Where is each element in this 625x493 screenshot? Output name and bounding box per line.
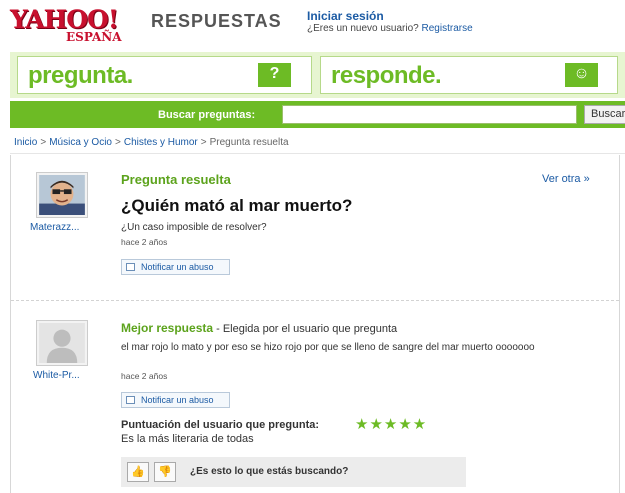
chosen-by-label: - Elegida por el usuario que pregunta [213, 323, 398, 335]
thumbs-up-icon[interactable]: 👍 [127, 462, 149, 482]
report-abuse-answer-button[interactable]: Notificar un abuso [121, 392, 230, 408]
breadcrumb-music[interactable]: Música y Ocio [49, 137, 112, 148]
yahoo-logo[interactable]: YAHOO! ESPAÑA [10, 7, 142, 45]
asker-username[interactable]: Materazz... [30, 222, 79, 233]
answer-label: responde. [331, 62, 442, 89]
report-label: Notificar un abuso [141, 395, 214, 405]
sign-in-link[interactable]: Iniciar sesión [307, 9, 384, 23]
report-abuse-button[interactable]: Notificar un abuso [121, 259, 230, 275]
rating-stars-icon: ★★★★★ [355, 416, 428, 433]
question-time: hace 2 años [121, 237, 168, 247]
question-status: Pregunta resuelta [121, 172, 231, 187]
breadcrumb-home[interactable]: Inicio [14, 137, 37, 148]
answer-text: el mar rojo lo mato y por eso se hizo ro… [121, 342, 535, 353]
helpful-question: ¿Es esto lo que estás buscando? [190, 466, 349, 477]
search-label: Buscar preguntas: [158, 109, 256, 121]
breadcrumb-separator: > [200, 137, 207, 148]
logo-espana-text: ESPAÑA [66, 30, 122, 44]
user-cartoon-icon [39, 175, 85, 215]
breadcrumb-divider [10, 153, 625, 154]
breadcrumb-jokes[interactable]: Chistes y Humor [124, 137, 198, 148]
see-other-link[interactable]: Ver otra » [542, 173, 590, 185]
rating-comment: Es la más literaria de todas [121, 433, 254, 445]
question-face-icon: ? [258, 63, 291, 87]
breadcrumb-separator: > [40, 137, 47, 148]
thumbs-down-icon[interactable]: 👎 [154, 462, 176, 482]
answerer-username[interactable]: White-Pr... [33, 370, 80, 381]
ask-label: pregunta. [28, 62, 133, 89]
report-label: Notificar un abuso [141, 262, 214, 272]
question-detail: ¿Un caso imposible de resolver? [121, 222, 267, 233]
new-user-prompt: ¿Eres un nuevo usuario? Registrarse [307, 23, 473, 34]
breadcrumb-current: Pregunta resuelta [209, 137, 289, 148]
breadcrumb: Inicio > Música y Ocio > Chistes y Humor > Pre… [14, 137, 289, 148]
default-user-icon [39, 323, 85, 363]
new-user-question: ¿Eres un nuevo usuario? [307, 23, 419, 34]
answer-questions-button[interactable]: responde. ☺ [320, 56, 618, 94]
smile-face-icon: ☺ [565, 63, 598, 87]
search-bar: Buscar preguntas: Buscar [10, 101, 625, 128]
section-divider [11, 300, 619, 301]
asker-avatar[interactable] [36, 172, 88, 218]
asker-rating-label: Puntuación del usuario que pregunta: [121, 419, 320, 431]
search-button[interactable]: Buscar [584, 105, 625, 124]
flag-icon [126, 396, 135, 404]
brand-title[interactable]: RESPUESTAS [151, 11, 282, 32]
answerer-avatar[interactable] [36, 320, 88, 366]
answer-time: hace 2 años [121, 371, 168, 381]
search-input[interactable] [282, 105, 577, 124]
register-link[interactable]: Registrarse [422, 23, 473, 34]
best-answer-label: Mejor respuesta [121, 321, 214, 335]
flag-icon [126, 263, 135, 271]
helpful-feedback-box: 👍 👎 ¿Es esto lo que estás buscando? [121, 457, 466, 487]
ask-question-button[interactable]: pregunta. ? [17, 56, 312, 94]
best-answer-heading: Mejor respuesta - Elegida por el usuario… [121, 321, 397, 335]
breadcrumb-separator: > [115, 137, 121, 148]
question-title: ¿Quién mató al mar muerto? [121, 196, 353, 215]
